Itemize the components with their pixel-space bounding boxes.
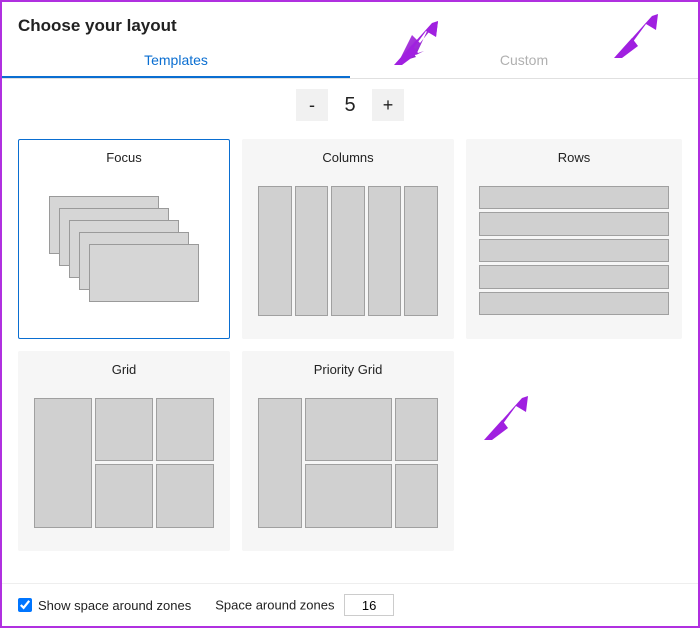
template-focus-label: Focus xyxy=(106,150,141,165)
template-rows-label: Rows xyxy=(558,150,591,165)
show-space-label: Show space around zones xyxy=(38,598,191,613)
decrement-button[interactable]: - xyxy=(296,89,328,121)
tab-templates[interactable]: Templates xyxy=(2,44,350,78)
template-rows-preview xyxy=(479,175,669,326)
space-around-label: Space around zones xyxy=(215,598,334,613)
zone-count-stepper: - 5 + xyxy=(2,79,698,139)
show-space-checkbox[interactable] xyxy=(18,598,32,612)
template-rows[interactable]: Rows xyxy=(466,139,682,339)
zone-count-value: 5 xyxy=(334,94,366,117)
template-focus[interactable]: Focus xyxy=(18,139,230,339)
space-around-input[interactable] xyxy=(344,594,394,616)
template-grid: Focus Columns Rows Grid xyxy=(2,139,698,551)
template-priority-grid-preview xyxy=(255,387,441,538)
template-grid-preview xyxy=(31,387,217,538)
tabs: Templates Custom xyxy=(2,44,698,79)
template-grid[interactable]: Grid xyxy=(18,351,230,551)
template-priority-grid[interactable]: Priority Grid xyxy=(242,351,454,551)
page-title: Choose your layout xyxy=(2,2,698,44)
increment-button[interactable]: + xyxy=(372,89,404,121)
template-focus-preview xyxy=(31,175,217,326)
space-around-wrap: Space around zones xyxy=(215,594,394,616)
template-columns-label: Columns xyxy=(322,150,373,165)
template-columns[interactable]: Columns xyxy=(242,139,454,339)
template-columns-preview xyxy=(255,175,441,326)
tab-custom[interactable]: Custom xyxy=(350,44,698,78)
template-priority-grid-label: Priority Grid xyxy=(314,362,383,377)
footer: Show space around zones Space around zon… xyxy=(2,583,698,626)
show-space-checkbox-wrap[interactable]: Show space around zones xyxy=(18,598,191,613)
template-grid-label: Grid xyxy=(112,362,137,377)
